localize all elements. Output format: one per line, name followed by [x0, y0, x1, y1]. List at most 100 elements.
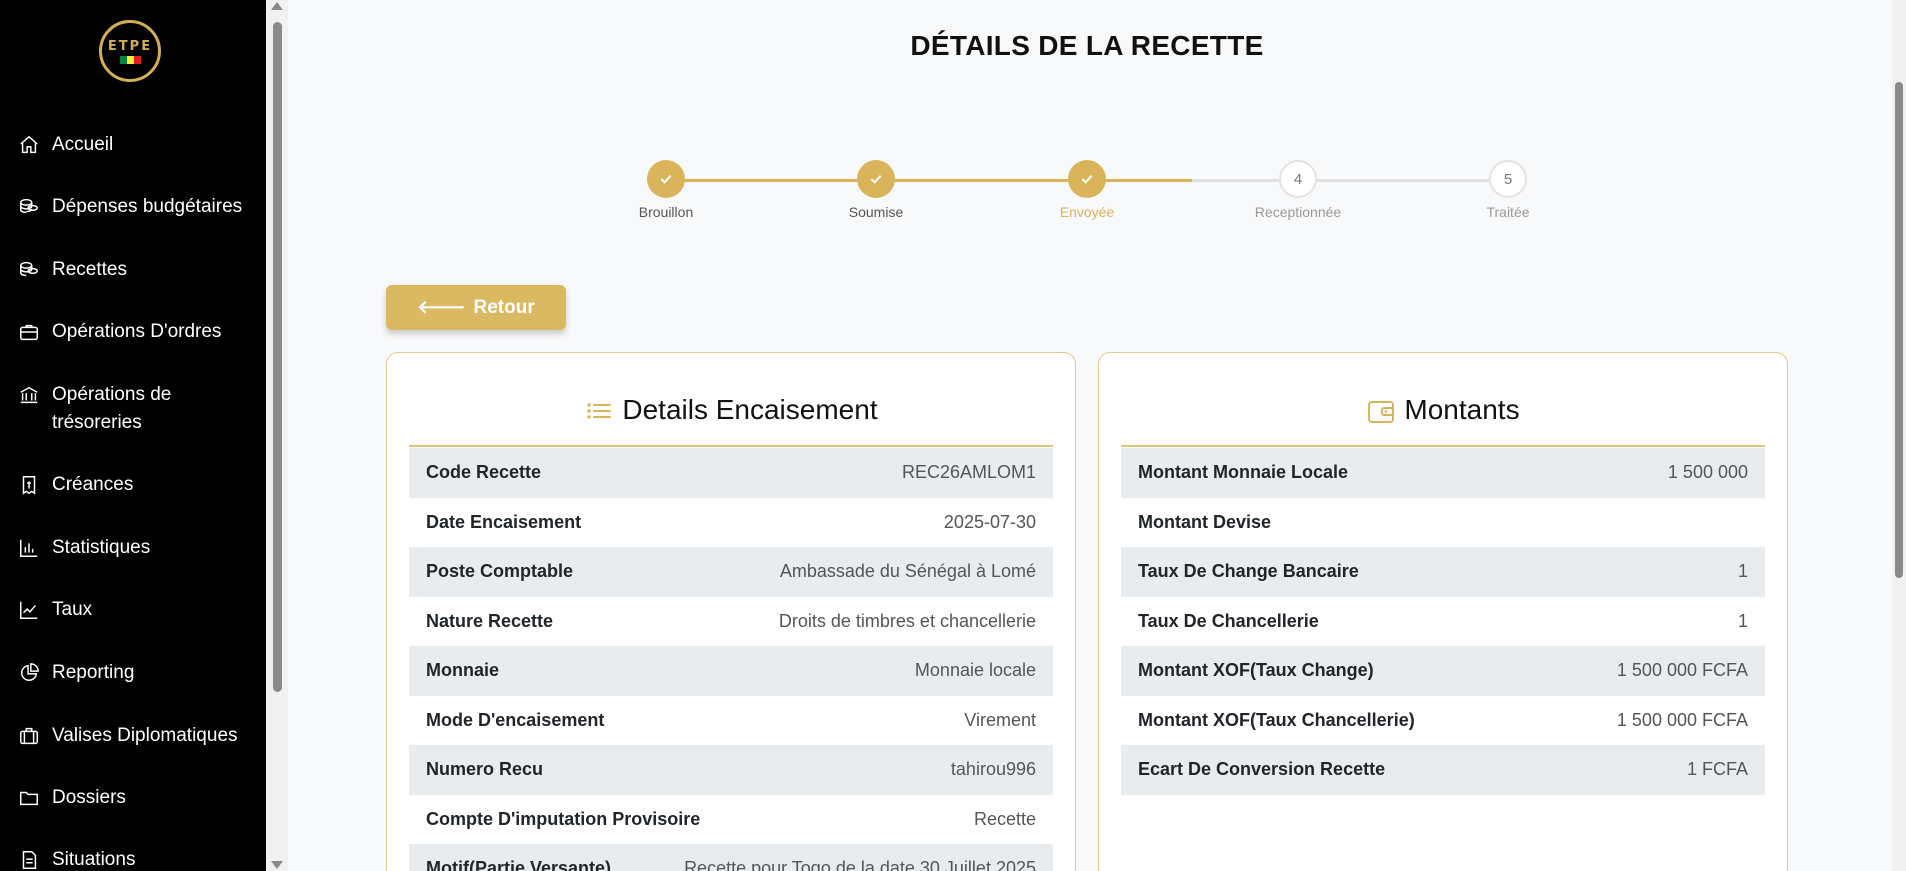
sidebar-item-operations-tresoreries[interactable]: Opérations de trésoreries: [18, 381, 258, 437]
sidebar-item-label: Recettes: [52, 259, 127, 280]
step-label: Brouillon: [638, 204, 694, 220]
table-row: Code Recette REC26AMLOM1: [409, 448, 1053, 498]
etpe-logo[interactable]: ETPE: [99, 20, 161, 82]
row-key: Montant XOF(Taux Chancellerie): [1138, 709, 1415, 730]
row-key: Compte D'imputation Provisoire: [426, 808, 701, 829]
table-row: Ecart De Conversion Recette 1 FCFA: [1121, 745, 1765, 795]
sidebar-item-creances[interactable]: Créances: [18, 471, 258, 499]
table-row: Numero Recu tahirou996: [409, 745, 1053, 795]
step-label: Receptionnée: [1254, 204, 1342, 220]
suitcase-icon: [18, 725, 40, 747]
row-key: Montant Monnaie Locale: [1138, 462, 1349, 483]
row-value: 1 500 000 FCFA: [1616, 660, 1748, 681]
scroll-down-icon[interactable]: [271, 861, 283, 869]
row-key: Montant XOF(Taux Change): [1138, 660, 1374, 681]
row-key: Motif(Partie Versante): [426, 858, 612, 871]
sidebar-item-reporting[interactable]: Reporting: [18, 659, 258, 687]
step-label: Traitée: [1486, 204, 1530, 220]
sidebar-item-operations-ordres[interactable]: Opérations D'ordres: [18, 318, 258, 346]
table-row: Montant Devise: [1121, 497, 1765, 547]
row-value: Droits de timbres et chancellerie: [778, 610, 1036, 631]
montants-card: Montants Montant Monnaie Locale 1 500 000…: [1098, 352, 1788, 871]
table-row: Monnaie Monnaie locale: [409, 646, 1053, 696]
back-button-label: Retour: [473, 296, 535, 318]
row-key: Ecart De Conversion Recette: [1138, 759, 1386, 780]
details-table: Code Recette REC26AMLOM1 Date Encaisement…: [409, 448, 1053, 871]
sidebar-item-valises-diplomatiques[interactable]: Valises Diplomatiques: [18, 722, 258, 750]
row-key: Code Recette: [426, 462, 542, 483]
page-title: DÉTAILS DE LA RECETTE: [910, 30, 1264, 61]
sidebar-item-depenses-budgetaires[interactable]: Dépenses budgétaires: [18, 193, 258, 221]
sidebar-item-dossiers[interactable]: Dossiers: [18, 784, 258, 812]
sidebar-item-recettes[interactable]: Recettes: [18, 256, 258, 284]
sidebar-item-label: Opérations de trésoreries: [52, 384, 172, 433]
row-value: Virement: [964, 709, 1036, 730]
table-row: Taux De Change Bancaire 1: [1121, 547, 1765, 597]
coins-icon: [18, 196, 40, 218]
row-key: Monnaie: [426, 660, 500, 681]
briefcase-icon: [18, 321, 40, 343]
row-key: Poste Comptable: [426, 561, 574, 582]
row-value: 1 FCFA: [1686, 759, 1748, 780]
line-chart-icon: [18, 599, 40, 621]
sidebar-item-statistiques[interactable]: Statistiques: [18, 534, 258, 562]
bar-chart-icon: [18, 537, 40, 559]
row-value: Recette: [973, 808, 1036, 829]
sidebar-item-label: Taux: [52, 599, 93, 620]
sidebar-item-label: Créances: [52, 474, 134, 495]
back-button[interactable]: 🡐 Retour: [386, 285, 566, 330]
check-icon: [1068, 160, 1106, 198]
bank-icon: [18, 384, 40, 406]
scrollbar-thumb[interactable]: [273, 22, 282, 692]
step-number: 5: [1489, 160, 1527, 198]
row-value: REC26AMLOM1: [901, 462, 1036, 483]
table-row: Nature Recette Droits de timbres et chanc…: [409, 596, 1053, 646]
sidebar-item-accueil[interactable]: Accueil: [18, 131, 258, 159]
table-row: Motif(Partie Versante) Recette pour Togo …: [409, 844, 1053, 871]
step-envoyee: Envoyée: [1017, 160, 1157, 220]
sidebar-item-label: Valises Diplomatiques: [52, 725, 238, 746]
table-row: Poste Comptable Ambassade du Sénégal à Lo…: [409, 547, 1053, 597]
row-value: Monnaie locale: [914, 660, 1036, 681]
table-row: Montant XOF(Taux Change) 1 500 000 FCFA: [1121, 646, 1765, 696]
receipt-icon: [18, 474, 40, 496]
logo-text: ETPE: [107, 38, 153, 54]
table-row: Montant XOF(Taux Chancellerie) 1 500 000 …: [1121, 695, 1765, 745]
list-icon: [587, 403, 612, 419]
sidebar-item-label: Reporting: [52, 662, 135, 683]
row-value: 2025-07-30: [943, 511, 1036, 532]
table-row: Compte D'imputation Provisoire Recette: [409, 794, 1053, 844]
row-value: 1 500 000: [1667, 462, 1748, 483]
step-soumise: Soumise: [806, 160, 946, 220]
sidebar-item-taux[interactable]: Taux: [18, 596, 258, 624]
check-icon: [857, 160, 895, 198]
step-traitee: 5 Traitée: [1438, 160, 1578, 220]
pie-chart-icon: [18, 662, 40, 684]
row-key: Numero Recu: [426, 759, 544, 780]
sidebar-item-label: Statistiques: [52, 537, 151, 558]
scrollbar-thumb[interactable]: [1895, 82, 1903, 578]
row-key: Date Encaisement: [426, 511, 582, 532]
row-value: Ambassade du Sénégal à Lomé: [779, 561, 1036, 582]
check-icon: [647, 160, 685, 198]
wallet-icon: [1368, 401, 1395, 423]
row-value: 1 500 000 FCFA: [1616, 709, 1748, 730]
row-value: 1: [1737, 561, 1748, 582]
senegal-flag-icon: [119, 55, 141, 64]
sidebar-item-label: Dossiers: [52, 787, 126, 808]
sidebar-item-situations[interactable]: Situations: [18, 846, 258, 871]
card-header: Details Encaisement: [409, 393, 1053, 447]
step-receptionnee: 4 Receptionnée: [1228, 160, 1368, 220]
coins-icon: [18, 259, 40, 281]
step-label: Envoyée: [1059, 204, 1115, 220]
montants-table: Montant Monnaie Locale 1 500 000 Montant …: [1121, 448, 1765, 795]
sidebar-item-label: Opérations D'ordres: [52, 321, 222, 342]
row-key: Mode D'encaisement: [426, 709, 605, 730]
scroll-up-icon[interactable]: [271, 2, 283, 10]
row-key: Taux De Chancellerie: [1138, 610, 1319, 631]
sidebar-scrollbar[interactable]: [266, 0, 288, 871]
page-scrollbar[interactable]: [1892, 0, 1906, 871]
table-row: Mode D'encaisement Virement: [409, 695, 1053, 745]
document-icon: [18, 849, 40, 871]
card-header: Montants: [1121, 393, 1765, 447]
